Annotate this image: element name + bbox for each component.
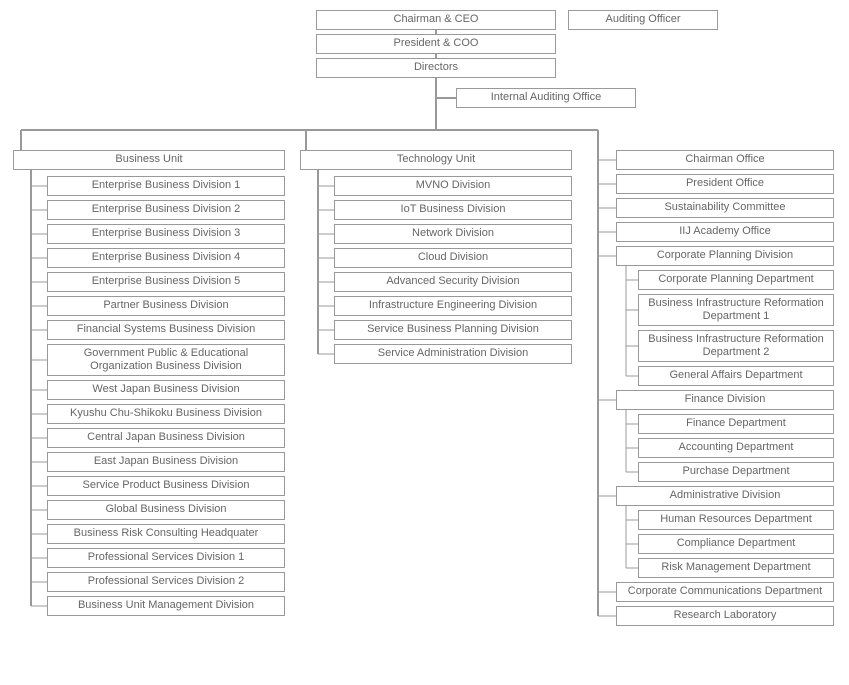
corporate-subitem: Business Infrastructure Reformation Depa… [638, 294, 834, 326]
corporate-item: Administrative Division [616, 486, 834, 506]
business-item: Professional Services Division 2 [47, 572, 285, 592]
corporate-subitem: Compliance Department [638, 534, 834, 554]
corporate-item: Chairman Office [616, 150, 834, 170]
corporate-item: Corporate Communications Department [616, 582, 834, 602]
corporate-item: IIJ Academy Office [616, 222, 834, 242]
business-item: East Japan Business Division [47, 452, 285, 472]
technology-item: MVNO Division [334, 176, 572, 196]
corporate-subitem: Business Infrastructure Reformation Depa… [638, 330, 834, 362]
business-item: West Japan Business Division [47, 380, 285, 400]
business-unit-box: Business Unit [13, 150, 285, 170]
business-item: Business Risk Consulting Headquater [47, 524, 285, 544]
corporate-subitem: Finance Department [638, 414, 834, 434]
business-item: Kyushu Chu-Shikoku Business Division [47, 404, 285, 424]
business-item: Enterprise Business Division 2 [47, 200, 285, 220]
technology-unit-box: Technology Unit [300, 150, 572, 170]
corporate-subitem: Purchase Department [638, 462, 834, 482]
directors-box: Directors [316, 58, 556, 78]
business-item: Enterprise Business Division 4 [47, 248, 285, 268]
business-item: Central Japan Business Division [47, 428, 285, 448]
business-item: Enterprise Business Division 1 [47, 176, 285, 196]
auditing-officer-box: Auditing Officer [568, 10, 718, 30]
business-item: Government Public & Educational Organiza… [47, 344, 285, 376]
corporate-subitem: General Affairs Department [638, 366, 834, 386]
corporate-item: Finance Division [616, 390, 834, 410]
internal-audit-box: Internal Auditing Office [456, 88, 636, 108]
corporate-item: Research Laboratory [616, 606, 834, 626]
technology-item: Network Division [334, 224, 572, 244]
corporate-item: President Office [616, 174, 834, 194]
business-item: Business Unit Management Division [47, 596, 285, 616]
technology-item: IoT Business Division [334, 200, 572, 220]
technology-item: Service Administration Division [334, 344, 572, 364]
business-item: Enterprise Business Division 5 [47, 272, 285, 292]
corporate-item: Corporate Planning Division [616, 246, 834, 266]
business-item: Service Product Business Division [47, 476, 285, 496]
business-item: Enterprise Business Division 3 [47, 224, 285, 244]
corporate-item: Sustainability Committee [616, 198, 834, 218]
coo-box: President & COO [316, 34, 556, 54]
technology-item: Service Business Planning Division [334, 320, 572, 340]
corporate-subitem: Risk Management Department [638, 558, 834, 578]
business-item: Partner Business Division [47, 296, 285, 316]
technology-item: Infrastructure Engineering Division [334, 296, 572, 316]
business-item: Financial Systems Business Division [47, 320, 285, 340]
corporate-subitem: Corporate Planning Department [638, 270, 834, 290]
corporate-subitem: Accounting Department [638, 438, 834, 458]
corporate-subitem: Human Resources Department [638, 510, 834, 530]
ceo-box: Chairman & CEO [316, 10, 556, 30]
business-item: Professional Services Division 1 [47, 548, 285, 568]
business-item: Global Business Division [47, 500, 285, 520]
technology-item: Advanced Security Division [334, 272, 572, 292]
technology-item: Cloud Division [334, 248, 572, 268]
